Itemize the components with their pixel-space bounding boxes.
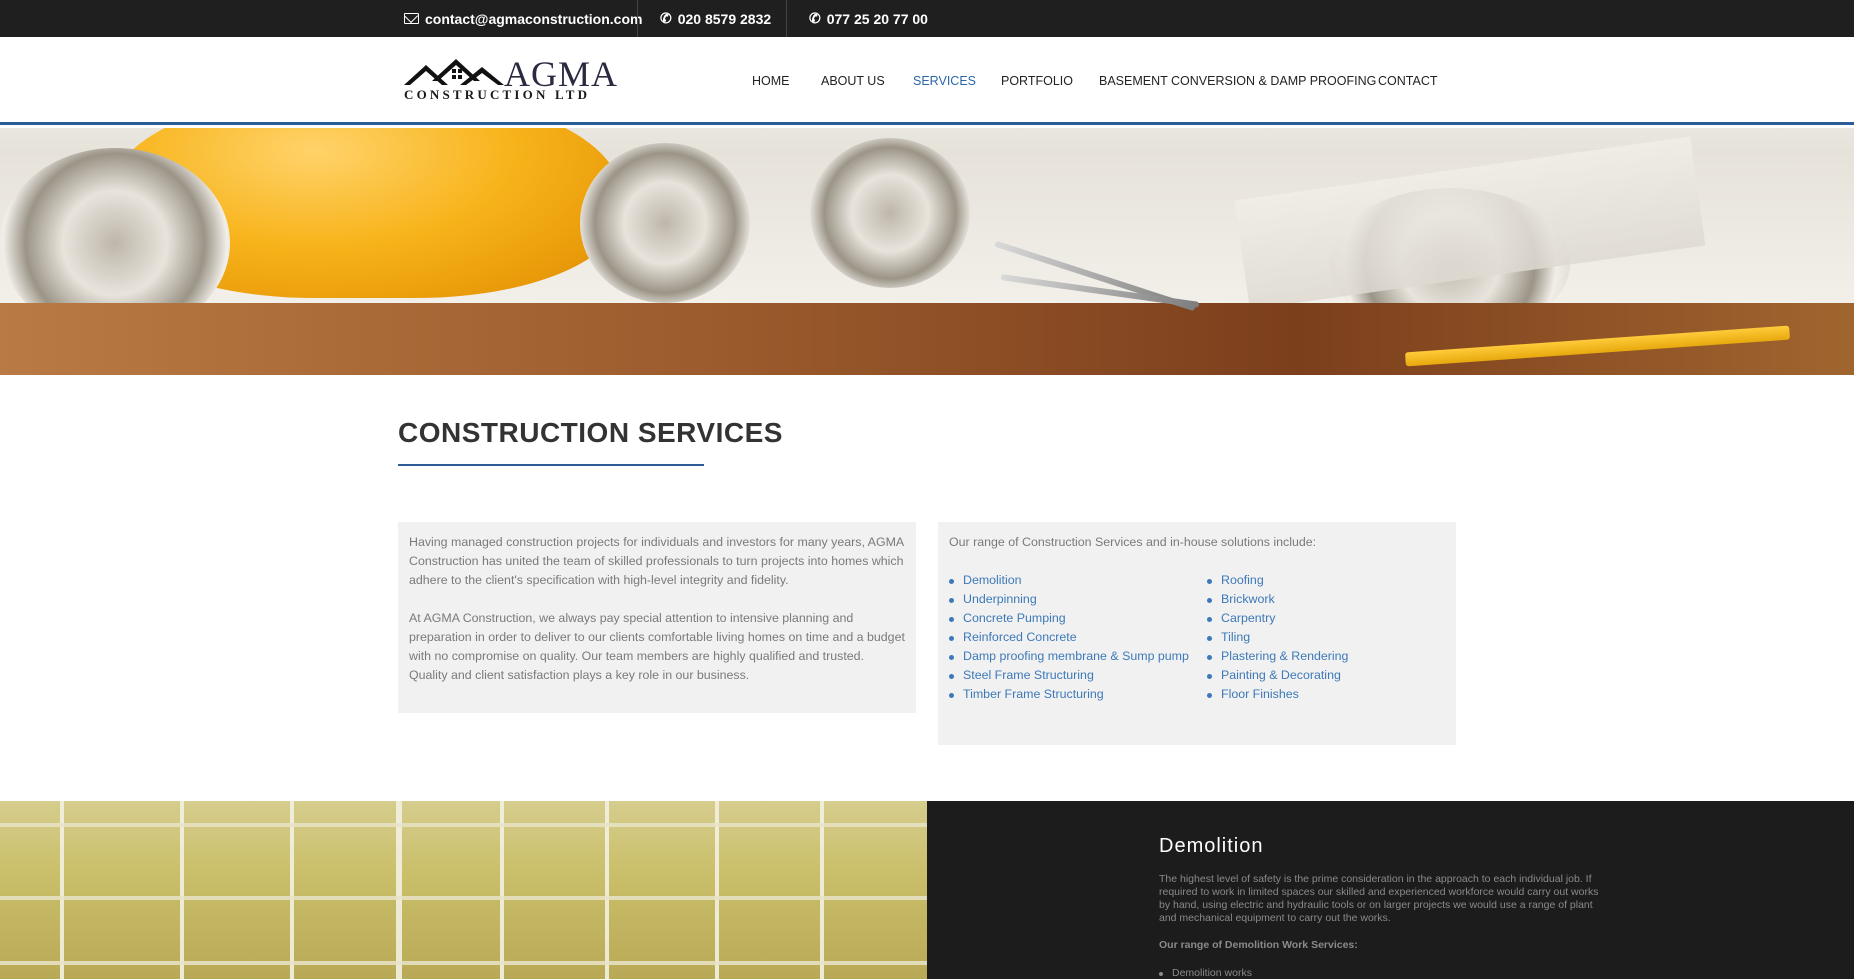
phone-contact-1[interactable]: ✆ 020 8579 2832 <box>660 0 771 37</box>
scaffold-rail <box>0 896 927 900</box>
service-link-roofing[interactable]: Roofing <box>1207 571 1348 590</box>
blueprint-roll <box>580 143 750 303</box>
phone-icon: ✆ <box>809 10 821 26</box>
intro-paragraph-1: Having managed construction projects for… <box>409 535 904 587</box>
service-link-carpentry[interactable]: Carpentry <box>1207 609 1348 628</box>
scaffold-pole <box>396 801 402 979</box>
intro-paragraph-2: At AGMA Construction, we always pay spec… <box>409 611 905 682</box>
service-link-damp-proofing[interactable]: Damp proofing membrane & Sump pump <box>949 647 1189 666</box>
service-link-brickwork[interactable]: Brickwork <box>1207 590 1348 609</box>
email-contact[interactable]: contact@agmaconstruction.com <box>404 0 642 37</box>
service-link-demolition[interactable]: Demolition <box>949 571 1189 590</box>
hero-banner-image <box>0 128 1854 375</box>
divider <box>637 0 638 37</box>
nav-portfolio[interactable]: PORTFOLIO <box>1001 74 1073 88</box>
site-header: AGMA CONSTRUCTION LTD HOME ABOUT US SERV… <box>0 37 1854 125</box>
feature-subheading: Our range of Demolition Work Services: <box>1159 939 1358 951</box>
service-link-reinforced-concrete[interactable]: Reinforced Concrete <box>949 628 1189 647</box>
email-text[interactable]: contact@agmaconstruction.com <box>425 11 642 27</box>
scaffold-pole <box>715 801 719 979</box>
feature-text: The highest level of safety is the prime… <box>1159 873 1599 924</box>
wooden-desk <box>0 303 1854 375</box>
contact-topbar: contact@agmaconstruction.com ✆ 020 8579 … <box>0 0 1854 37</box>
services-box: Our range of Construction Services and i… <box>938 522 1456 745</box>
demolition-feature: Demolition The highest level of safety i… <box>927 801 1854 979</box>
service-link-concrete-pumping[interactable]: Concrete Pumping <box>949 609 1189 628</box>
service-link-tiling[interactable]: Tiling <box>1207 628 1348 647</box>
main-nav: HOME ABOUT US SERVICES PORTFOLIO BASEMEN… <box>0 37 1854 125</box>
service-link-plastering[interactable]: Plastering & Rendering <box>1207 647 1348 666</box>
envelope-icon <box>404 13 419 24</box>
phone1-text[interactable]: 020 8579 2832 <box>678 11 771 27</box>
blueprint-roll <box>810 138 970 288</box>
services-list-left: Demolition Underpinning Concrete Pumping… <box>949 571 1189 704</box>
service-link-underpinning[interactable]: Underpinning <box>949 590 1189 609</box>
feature-list: Demolition works <box>1159 967 1252 979</box>
service-link-floor-finishes[interactable]: Floor Finishes <box>1207 685 1348 704</box>
phone-contact-2[interactable]: ✆ 077 25 20 77 00 <box>809 0 928 37</box>
nav-home[interactable]: HOME <box>752 74 790 88</box>
phone2-text[interactable]: 077 25 20 77 00 <box>827 11 928 27</box>
service-link-painting[interactable]: Painting & Decorating <box>1207 666 1348 685</box>
service-link-timber-frame[interactable]: Timber Frame Structuring <box>949 685 1189 704</box>
nav-contact[interactable]: CONTACT <box>1378 74 1438 88</box>
title-underline <box>398 464 704 466</box>
scaffold-rail <box>0 961 927 965</box>
intro-box: Having managed construction projects for… <box>398 522 916 713</box>
nav-basement-conversion[interactable]: BASEMENT CONVERSION & DAMP PROOFING <box>1099 74 1376 88</box>
page-title: CONSTRUCTION SERVICES <box>398 417 783 448</box>
nav-about-us[interactable]: ABOUT US <box>821 74 885 88</box>
scaffold-pole <box>60 801 64 979</box>
feature-title: Demolition <box>1159 835 1264 857</box>
nav-services[interactable]: SERVICES <box>913 74 976 88</box>
scaffold-rail <box>0 823 927 827</box>
services-intro: Our range of Construction Services and i… <box>949 535 1317 549</box>
scaffolding-image <box>0 801 927 979</box>
phone-icon: ✆ <box>660 10 672 26</box>
scaffold-pole <box>605 801 609 979</box>
divider <box>786 0 787 37</box>
services-list-right: Roofing Brickwork Carpentry Tiling Plast… <box>1207 571 1348 704</box>
scaffold-pole <box>290 801 294 979</box>
service-link-steel-frame[interactable]: Steel Frame Structuring <box>949 666 1189 685</box>
scaffold-pole <box>180 801 184 979</box>
feature-list-item: Demolition works <box>1159 967 1252 979</box>
scaffold-pole <box>500 801 504 979</box>
scaffold-pole <box>820 801 824 979</box>
